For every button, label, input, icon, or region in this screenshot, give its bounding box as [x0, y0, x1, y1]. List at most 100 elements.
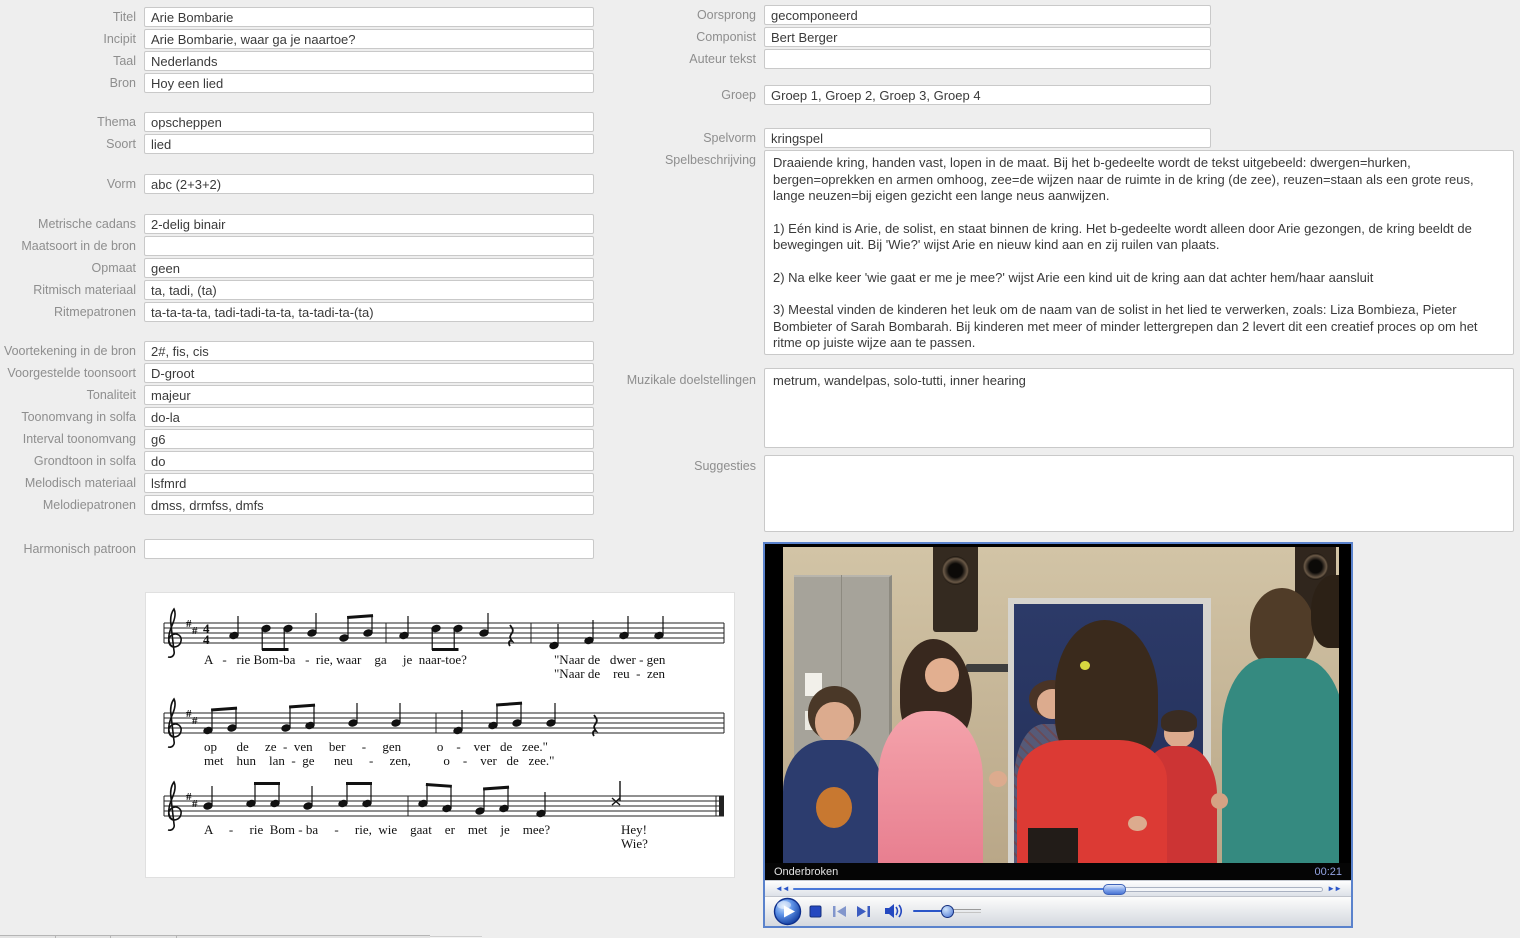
field-label: Auteur tekst	[598, 49, 756, 69]
speaker-icon	[885, 904, 901, 918]
previous-icon	[833, 906, 846, 917]
page: Titel Incipit Taal Bron Thema Soort Vorm…	[0, 0, 1520, 938]
opmaat-input[interactable]	[144, 258, 594, 278]
suggesties-textarea[interactable]	[764, 455, 1514, 532]
vorm-input[interactable]	[144, 174, 594, 194]
scene-chair	[1028, 828, 1078, 863]
field-label: Interval toonomvang	[0, 429, 136, 449]
voortekening-input[interactable]	[144, 341, 594, 361]
stop-icon	[810, 906, 821, 917]
scene-joined-hands	[989, 771, 1007, 787]
video-display[interactable]	[765, 544, 1351, 863]
suggesties-label: Suggesties	[598, 459, 756, 473]
lyrics-line-3-end: Hey! Wie?	[621, 823, 648, 851]
scene-child-girl-pink-face	[925, 658, 959, 693]
field-label: Ritmisch materiaal	[0, 280, 136, 300]
lyrics-line-1-refrain: "Naar de dwer - gen "Naar de reu - zen	[554, 653, 665, 681]
scene-child-girl-pink-body	[878, 711, 984, 863]
next-icon	[857, 906, 870, 917]
svg-text:4: 4	[203, 632, 210, 647]
seek-track[interactable]	[793, 884, 1323, 893]
field-label: Bron	[0, 73, 136, 93]
field-label: Melodiepatronen	[0, 495, 136, 515]
field-label: Titel	[0, 7, 136, 27]
muzikale-doelstellingen-textarea[interactable]: metrum, wandelpas, solo-tutti, inner hea…	[764, 368, 1514, 448]
lyrics-line-2: op de ze - ven ber - gen o - ver de zee.…	[204, 740, 554, 768]
spelbeschrijving-paragraph: 2) Na elke keer 'wie gaat er me je mee?'…	[773, 270, 1505, 287]
field-label: Maatsoort in de bron	[0, 236, 136, 256]
spelvorm-input[interactable]	[764, 128, 1211, 148]
oorsprong-input[interactable]	[764, 5, 1211, 25]
scene-child-boy-left-face	[815, 702, 854, 743]
player-seek-row: ◄◄ ►►	[765, 880, 1351, 896]
melodisch-materiaal-input[interactable]	[144, 473, 594, 493]
field-label: Metrische cadans	[0, 214, 136, 234]
field-label: Componist	[598, 27, 756, 47]
playback-status-text: Onderbroken	[774, 866, 838, 878]
groep-input[interactable]	[764, 85, 1211, 105]
soort-input[interactable]	[144, 134, 594, 154]
componist-input[interactable]	[764, 27, 1211, 47]
muzikale-doelstellingen-value: metrum, wandelpas, solo-tutti, inner hea…	[773, 373, 1026, 388]
spelbeschrijving-paragraph: 1) Eén kind is Arie, de solist, en staat…	[773, 221, 1505, 254]
harmonisch-patroon-input[interactable]	[144, 539, 594, 559]
video-pillarbox-right	[1339, 544, 1351, 863]
scene-child-teal-hair	[1250, 588, 1314, 667]
grondtoon-input[interactable]	[144, 451, 594, 471]
lyrics-line-3: A - rie Bom - ba - rie, wie gaat er met …	[204, 823, 550, 837]
previous-button[interactable]	[831, 904, 848, 919]
field-label: Tonaliteit	[0, 385, 136, 405]
field-label: Oorsprong	[598, 5, 756, 25]
scene-child-boy-red-hair	[1161, 710, 1197, 732]
seek-progress-line	[793, 888, 1111, 890]
toonsoort-input[interactable]	[144, 363, 594, 383]
spelbeschrijving-textarea[interactable]: Draaiende kring, handen vast, lopen in d…	[764, 150, 1514, 355]
field-label: Soort	[0, 134, 136, 154]
svg-text:#: #	[192, 798, 198, 810]
metrische-cadans-input[interactable]	[144, 214, 594, 234]
video-player: Onderbroken 00:21 ◄◄ ►►	[763, 542, 1353, 928]
field-label: Thema	[0, 112, 136, 132]
field-label: Ritmepatronen	[0, 302, 136, 322]
field-label: Harmonisch patroon	[0, 539, 136, 559]
titel-input[interactable]	[144, 7, 594, 27]
interval-toonomvang-input[interactable]	[144, 429, 594, 449]
field-label: Groep	[598, 85, 756, 105]
incipit-input[interactable]	[144, 29, 594, 49]
bron-input[interactable]	[144, 73, 594, 93]
thema-input[interactable]	[144, 112, 594, 132]
field-label: Taal	[0, 51, 136, 71]
next-button[interactable]	[855, 904, 872, 919]
fast-forward-icon[interactable]: ►►	[1323, 881, 1345, 896]
volume-thumb[interactable]	[941, 905, 954, 918]
auteur-tekst-input[interactable]	[764, 49, 1211, 69]
mute-button[interactable]	[883, 902, 904, 920]
seek-thumb[interactable]	[1103, 884, 1126, 895]
scene-speaker-right-cone	[1303, 553, 1328, 580]
ritmisch-materiaal-input[interactable]	[144, 280, 594, 300]
melodiepatronen-input[interactable]	[144, 495, 594, 515]
field-label: Voorgestelde toonsoort	[0, 363, 136, 383]
scene-joined-hands	[1211, 793, 1228, 809]
video-frame-scene	[783, 547, 1339, 863]
field-label: Opmaat	[0, 258, 136, 278]
stop-button[interactable]	[809, 905, 822, 918]
sheet-music-panel: ## ## ## 44	[145, 592, 735, 878]
maatsoort-input[interactable]	[144, 236, 594, 256]
playback-time: 00:21	[1314, 866, 1342, 878]
ritmepatronen-input[interactable]	[144, 302, 594, 322]
lyrics-line-1: A - rie Bom-ba - rie, waar ga je naar-to…	[204, 653, 467, 667]
tonaliteit-input[interactable]	[144, 385, 594, 405]
play-button[interactable]	[773, 897, 802, 926]
scene-child-teal-body	[1222, 658, 1339, 863]
volume-slider[interactable]	[913, 909, 981, 913]
player-status-bar: Onderbroken 00:21	[765, 863, 1351, 880]
rewind-icon[interactable]: ◄◄	[771, 881, 793, 896]
spelbeschrijving-paragraph: 3) Meestal vinden de kinderen het leuk o…	[773, 302, 1505, 352]
taal-input[interactable]	[144, 51, 594, 71]
player-controls-bar	[765, 896, 1351, 926]
seek-groove	[1114, 887, 1323, 892]
field-label: Vorm	[0, 174, 136, 194]
toonomvang-solfa-input[interactable]	[144, 407, 594, 427]
video-pillarbox-left	[765, 544, 783, 863]
